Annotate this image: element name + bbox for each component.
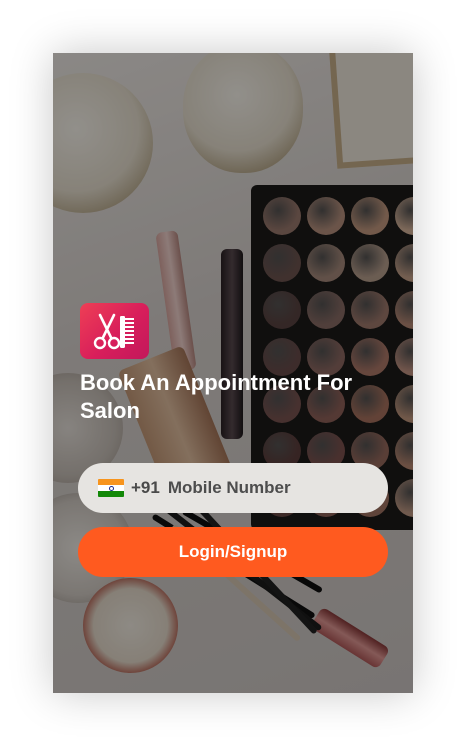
india-flag-icon [98,479,124,497]
login-signup-button[interactable]: Login/Signup [78,527,388,577]
country-code: +91 [131,478,160,497]
scissors-comb-icon [80,303,149,359]
app-title: Book An Appointment For Salon [80,370,353,423]
logo-glyph [93,313,134,350]
mobile-number-input[interactable] [167,478,348,498]
app-screen: Book An Appointment For Salon +91 Login/… [53,53,413,693]
mobile-number-field[interactable]: +91 [78,463,388,513]
